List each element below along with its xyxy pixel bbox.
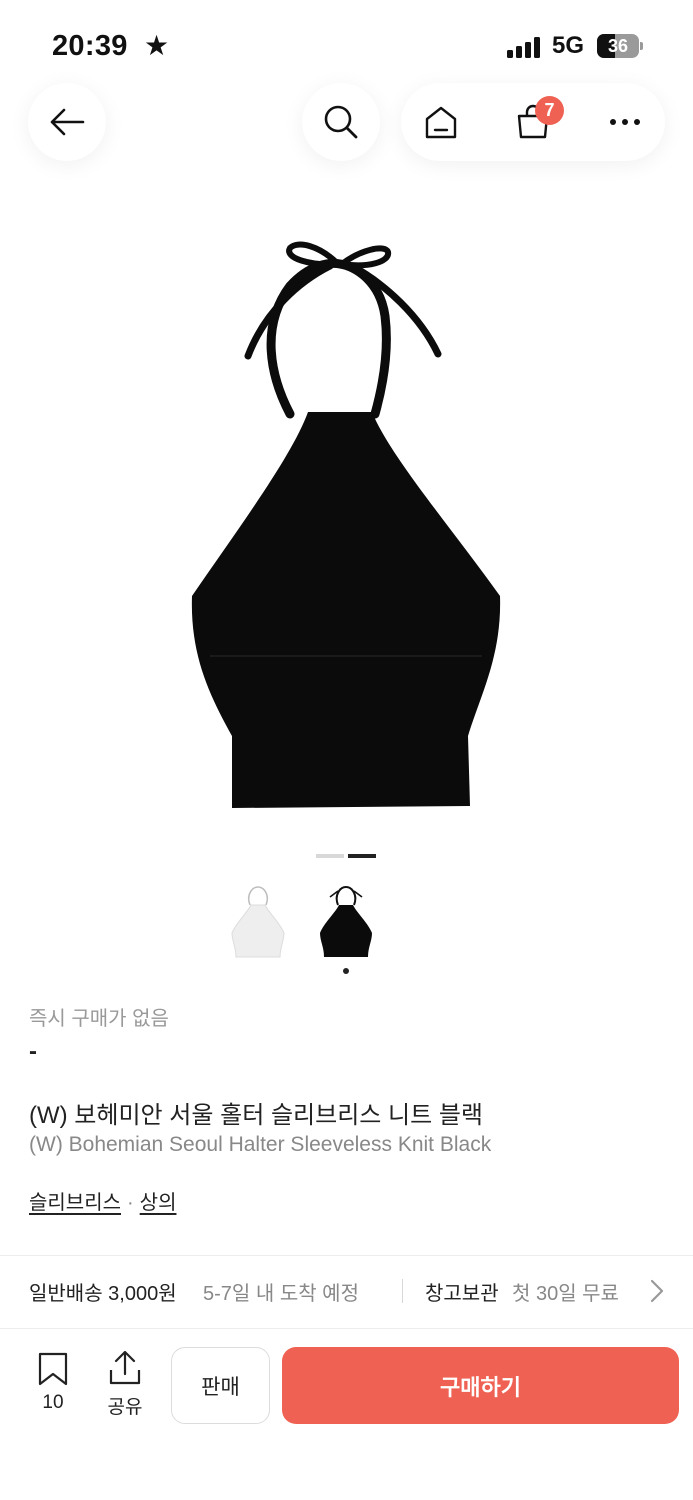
breadcrumb-separator: · — [127, 1192, 134, 1214]
standard-shipping-eta: 5-7일 내 도착 예정 — [203, 1283, 359, 1305]
cellular-signal-icon — [507, 36, 543, 58]
shipping-info-row[interactable]: 일반배송 3,000원 5-7일 내 도착 예정 창고보관 첫 30일 무료 — [0, 1257, 693, 1327]
search-icon — [324, 105, 358, 139]
status-bar: 20:39 ★ 5G 36 — [0, 0, 693, 92]
home-button[interactable] — [401, 83, 481, 161]
bookmark-icon — [38, 1352, 68, 1386]
thumbnail-black[interactable] — [316, 883, 376, 961]
cart-button[interactable] — [493, 83, 573, 161]
product-title-korean: (W) 보헤미안 서울 홀터 슬리브리스 니트 블랙 — [29, 1102, 484, 1129]
star-icon: ★ — [144, 30, 170, 61]
search-button[interactable] — [302, 83, 380, 161]
arrow-left-icon — [50, 108, 85, 136]
category-link-tops[interactable]: 상의 — [140, 1192, 177, 1214]
share-label: 공유 — [107, 1397, 143, 1418]
gallery-page-indicator — [316, 854, 344, 858]
status-time: 20:39 — [52, 30, 128, 62]
buy-button[interactable]: 구매하기 — [282, 1347, 679, 1424]
more-button[interactable] — [585, 83, 665, 161]
product-title-english: (W) Bohemian Seoul Halter Sleeveless Kni… — [29, 1133, 492, 1156]
divider — [0, 1328, 693, 1329]
nav-action-group — [401, 83, 665, 161]
category-link-sleeveless[interactable]: 슬리브리스 — [29, 1192, 121, 1214]
warehouse-storage-offer: 첫 30일 무료 — [512, 1283, 619, 1305]
more-icon — [610, 119, 640, 125]
selected-thumbnail-dot — [343, 968, 349, 974]
standard-shipping-label: 일반배송 3,000원 — [29, 1283, 177, 1305]
instant-price-value: - — [29, 1038, 37, 1065]
battery-icon: 36 — [597, 34, 643, 58]
sell-button[interactable]: 판매 — [171, 1347, 270, 1424]
network-type: 5G — [552, 32, 585, 59]
gallery-page-indicator-active — [348, 854, 376, 858]
product-image[interactable] — [180, 236, 510, 816]
battery-level: 36 — [607, 36, 629, 56]
shipping-divider — [402, 1279, 403, 1303]
category-breadcrumb: 슬리브리스 · 상의 — [29, 1186, 176, 1215]
divider — [0, 1255, 693, 1256]
thumbnail-white[interactable] — [228, 883, 288, 961]
warehouse-storage-label: 창고보관 — [425, 1283, 499, 1305]
chevron-right-icon — [650, 1279, 664, 1303]
share-icon — [109, 1350, 141, 1385]
home-icon — [425, 106, 457, 139]
cart-count-badge: 7 — [535, 96, 564, 125]
instant-price-label: 즉시 구매가 없음 — [29, 1008, 169, 1030]
back-button[interactable] — [28, 83, 106, 161]
bookmark-button[interactable]: 10 — [26, 1350, 80, 1418]
share-button[interactable]: 공유 — [98, 1350, 152, 1418]
bookmark-count: 10 — [42, 1392, 64, 1413]
